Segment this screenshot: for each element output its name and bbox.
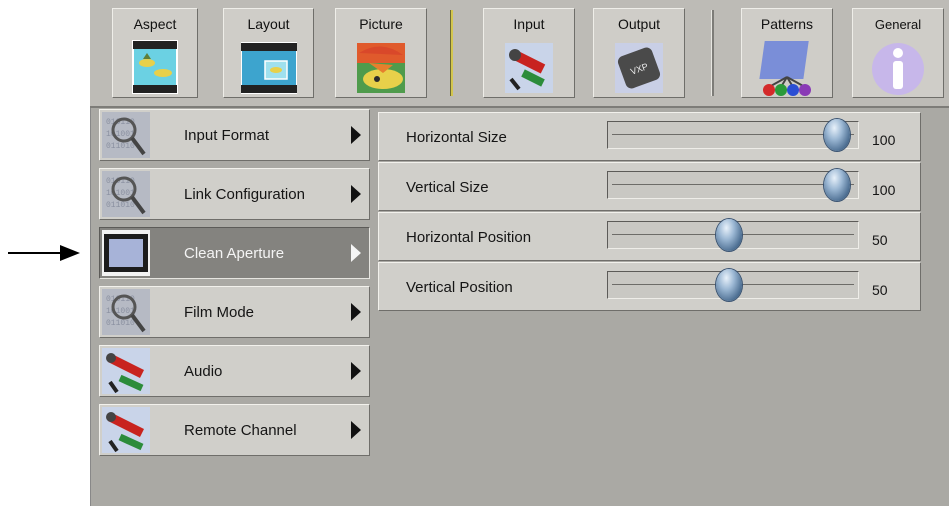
slider-knob[interactable] [716,219,742,251]
general-button[interactable]: General [852,8,944,98]
chevron-right-icon [351,185,361,203]
layout-icon [240,42,297,94]
output-button-label: Output [617,16,661,32]
vertical-size-slider[interactable] [607,169,859,201]
horizontal-position-slider[interactable] [607,219,859,251]
general-button-label: General [874,17,922,32]
param-vertical-position: Vertical Position 50 [378,262,921,311]
layout-button[interactable]: Layout [223,8,314,98]
magnifier-binary-icon: 010110 101001 011010 [102,171,150,217]
aspect-button-label: Aspect [133,16,177,32]
menu-item-clean-aperture[interactable]: Clean Aperture [99,227,370,279]
menu-item-label: Film Mode [184,304,255,321]
chevron-right-icon [351,303,361,321]
param-horizontal-size: Horizontal Size 100 [378,112,921,161]
pointer-arrow-icon [8,245,80,261]
general-info-icon [872,43,924,95]
picture-button-label: Picture [359,16,403,32]
output-icon: VXP [615,43,663,93]
param-value: 100 [872,132,896,148]
toolbar-separator [450,10,453,96]
patterns-button[interactable]: Patterns [741,8,833,98]
param-label: Vertical Size [406,179,489,196]
slider-knob[interactable] [716,269,742,301]
chevron-right-icon [351,126,361,144]
chevron-right-icon [351,421,361,439]
param-label: Vertical Position [406,279,513,296]
param-horizontal-position: Horizontal Position 50 [378,212,921,261]
aperture-frame-icon [102,230,150,276]
svg-text:011010: 011010 [106,319,135,328]
menu-item-label: Link Configuration [184,186,305,203]
menu-item-label: Clean Aperture [184,245,285,262]
av-connector-icon [102,348,150,394]
slider-track [612,134,854,135]
param-label: Horizontal Position [406,229,532,246]
slider-track [612,184,854,185]
chevron-right-icon [351,244,361,262]
magnifier-binary-icon: 010110 101001 011010 [102,289,150,335]
svg-text:011010: 011010 [106,142,135,151]
main-toolbar: Aspect Layout Picture Input Output VXP P… [90,0,949,108]
input-button[interactable]: Input [483,8,575,98]
input-button-label: Input [513,16,545,32]
chevron-right-icon [351,362,361,380]
aspect-icon [132,40,178,94]
slider-knob[interactable] [824,169,850,201]
output-button[interactable]: Output VXP [593,8,685,98]
menu-item-remote-channel[interactable]: Remote Channel [99,404,370,456]
vertical-position-slider[interactable] [607,269,859,301]
toolbar-separator [711,10,714,96]
patterns-icon [759,41,811,96]
menu-item-link-configuration[interactable]: 010110 101001 011010 Link Configuration [99,168,370,220]
param-label: Horizontal Size [406,129,507,146]
menu-item-film-mode[interactable]: 010110 101001 011010 Film Mode [99,286,370,338]
picture-button[interactable]: Picture [335,8,427,98]
patterns-button-label: Patterns [760,16,814,32]
aspect-button[interactable]: Aspect [112,8,198,98]
picture-icon [357,43,405,93]
input-icon [505,43,553,93]
param-value: 50 [872,282,888,298]
menu-item-input-format[interactable]: 010110 101001 011010 Input Format [99,109,370,161]
svg-text:011010: 011010 [106,201,135,210]
av-connector-icon [102,407,150,453]
magnifier-binary-icon: 010110 101001 011010 [102,112,150,158]
menu-item-label: Audio [184,363,223,380]
menu-item-audio[interactable]: Audio [99,345,370,397]
menu-item-label: Input Format [184,127,270,144]
menu-item-label: Remote Channel [184,422,297,439]
horizontal-size-slider[interactable] [607,119,859,151]
param-value: 50 [872,232,888,248]
param-value: 100 [872,182,896,198]
slider-knob[interactable] [824,119,850,151]
layout-button-label: Layout [247,16,290,32]
param-vertical-size: Vertical Size 100 [378,162,921,211]
